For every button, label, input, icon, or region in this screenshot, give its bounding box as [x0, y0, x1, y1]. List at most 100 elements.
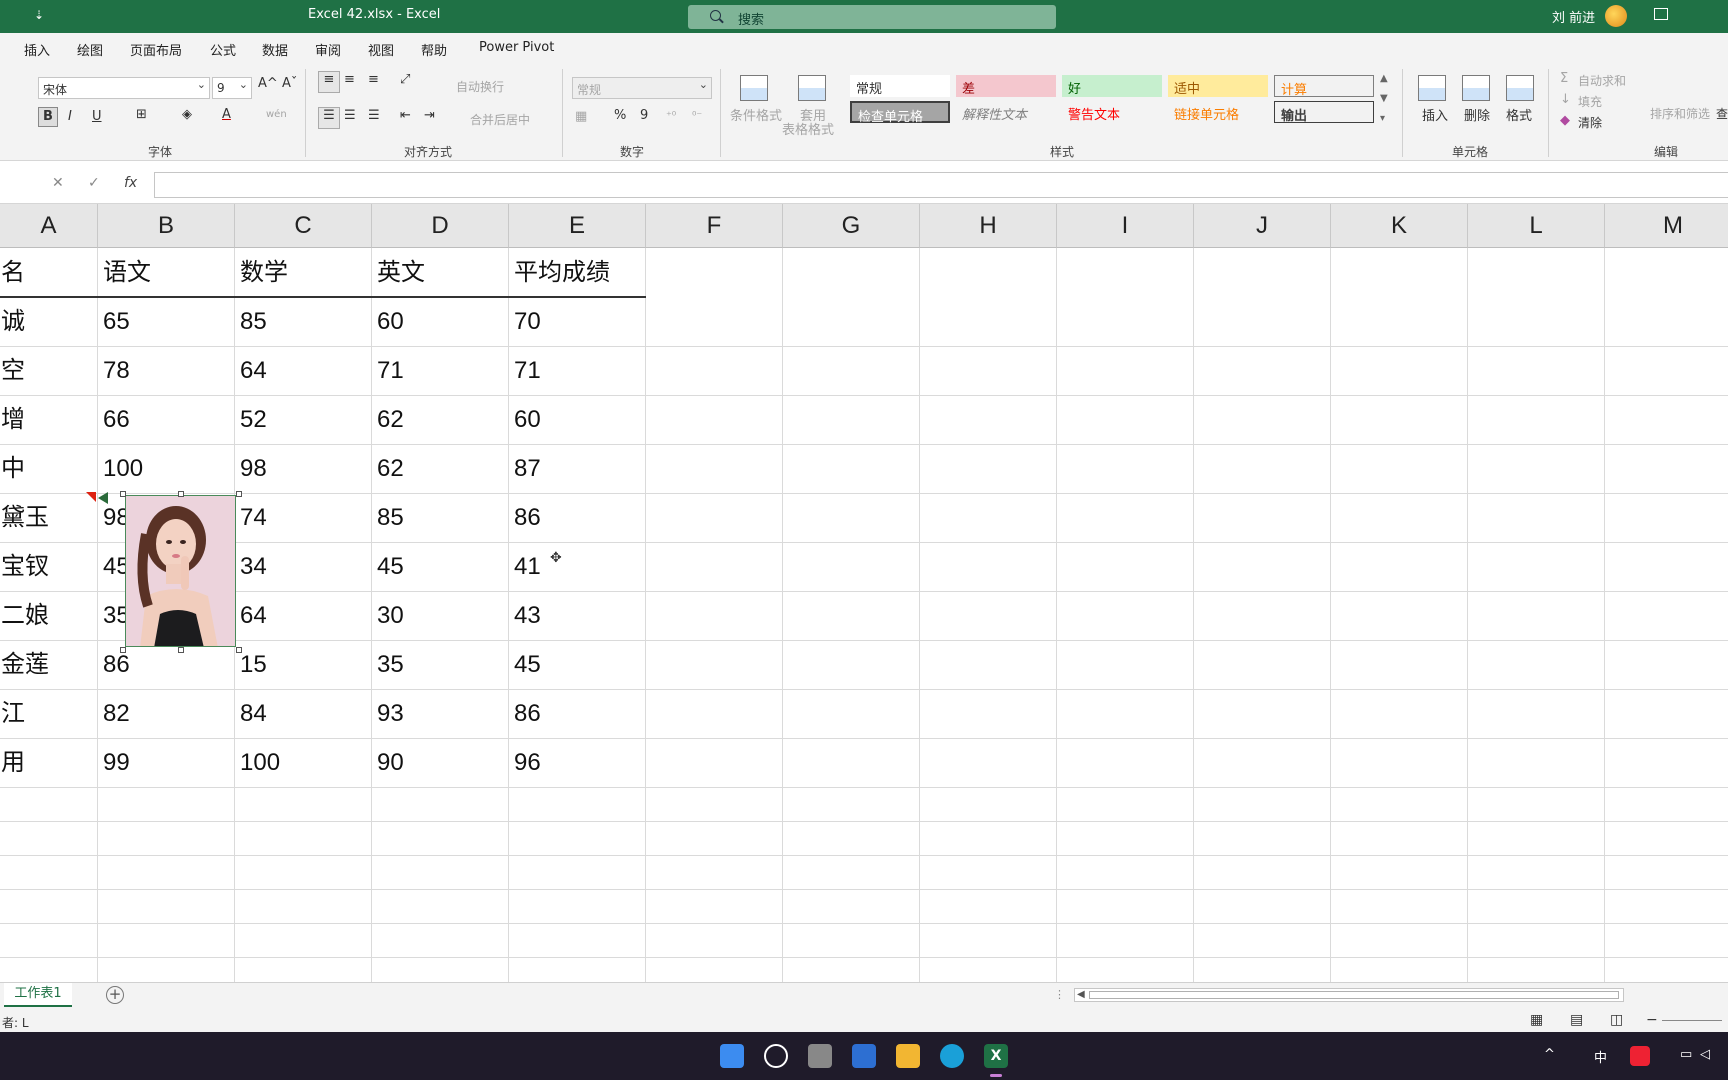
find-select-button[interactable]: 查	[1716, 105, 1728, 122]
cell[interactable]: 诚	[0, 297, 25, 346]
cell[interactable]: 60	[372, 297, 404, 346]
formula-input[interactable]	[154, 172, 1728, 198]
cell[interactable]: 85	[235, 297, 267, 346]
fill-color-icon[interactable]: ◈	[182, 107, 192, 122]
decrease-indent-icon[interactable]: ⇤	[400, 108, 411, 123]
zoom-out-icon[interactable]: −	[1646, 1012, 1658, 1028]
cell[interactable]: 74	[235, 493, 267, 542]
tab-page-layout[interactable]: 页面布局	[130, 40, 182, 59]
avatar[interactable]	[1605, 5, 1627, 27]
resize-handle[interactable]	[120, 491, 126, 497]
column-header-e[interactable]: E	[509, 204, 646, 248]
increase-indent-icon[interactable]: ⇥	[424, 108, 435, 123]
cell[interactable]: 90	[372, 738, 404, 787]
cell[interactable]: 用	[0, 738, 25, 787]
increase-decimal-icon[interactable]: ⁺⁰	[666, 109, 676, 122]
phonetic-button[interactable]: wén	[266, 109, 287, 120]
style-output[interactable]: 输出	[1274, 101, 1374, 124]
cell[interactable]: 78	[98, 346, 130, 395]
normal-view-icon[interactable]: ▦	[1530, 1012, 1543, 1028]
search-taskbar-icon[interactable]	[764, 1044, 788, 1068]
tab-insert[interactable]: 插入	[24, 40, 50, 59]
confirm-edit-icon[interactable]: ✓	[88, 175, 100, 191]
column-header-h[interactable]: H	[920, 204, 1057, 248]
grow-font-button[interactable]: A^	[258, 76, 278, 91]
tray-expand-icon[interactable]: ^	[1544, 1047, 1555, 1062]
clear-button[interactable]: 清除	[1578, 114, 1602, 131]
tab-data[interactable]: 数据	[262, 40, 288, 59]
number-format-dropdown[interactable]: 常规	[572, 77, 712, 99]
bold-button[interactable]: B	[38, 107, 58, 127]
align-left-icon[interactable]: ☰	[318, 107, 340, 129]
column-header-d[interactable]: D	[372, 204, 509, 248]
cell[interactable]: 86	[509, 689, 541, 738]
autosum-button[interactable]: 自动求和	[1578, 72, 1626, 89]
font-color-icon[interactable]: A	[222, 107, 231, 122]
style-calculation[interactable]: 计算	[1274, 75, 1374, 98]
conditional-format-icon[interactable]	[740, 75, 768, 101]
align-top-icon[interactable]: ≡	[318, 71, 340, 93]
cell[interactable]: 52	[235, 395, 267, 444]
style-explanatory[interactable]: 解释性文本	[956, 101, 1056, 123]
style-neutral[interactable]: 适中	[1168, 75, 1268, 97]
sort-filter-button[interactable]: 排序和筛选	[1650, 105, 1710, 122]
file-explorer-icon[interactable]	[896, 1044, 920, 1068]
cell[interactable]: 71	[509, 346, 541, 395]
tab-power-pivot[interactable]: Power Pivot	[479, 40, 554, 55]
eraser-icon[interactable]: ◆	[1560, 113, 1570, 128]
cell[interactable]: 62	[372, 395, 404, 444]
worksheet-grid[interactable]: 名 语文 数学 英文 平均成绩 诚 65 85 60 70 空 78 64 71…	[0, 248, 1728, 982]
cell[interactable]: 增	[0, 395, 25, 444]
style-linked-cell[interactable]: 链接单元格	[1168, 101, 1268, 123]
decrease-decimal-icon[interactable]: ⁰⁻	[692, 109, 702, 122]
resize-handle[interactable]	[236, 647, 242, 653]
cell[interactable]: 60	[509, 395, 541, 444]
tab-help[interactable]: 帮助	[421, 40, 447, 59]
cell[interactable]: 空	[0, 346, 25, 395]
edge-icon[interactable]	[940, 1044, 964, 1068]
column-header-m[interactable]: M	[1605, 204, 1728, 248]
cancel-edit-icon[interactable]: ✕	[52, 175, 64, 191]
cell[interactable]: 96	[509, 738, 541, 787]
fill-button[interactable]: 填充	[1578, 93, 1602, 110]
cell[interactable]: 64	[235, 591, 267, 640]
column-header-g[interactable]: G	[783, 204, 920, 248]
cell[interactable]: 65	[98, 297, 130, 346]
underline-button[interactable]: U	[92, 109, 102, 124]
wrap-text-button[interactable]: 自动换行	[456, 78, 504, 95]
cell[interactable]: 30	[372, 591, 404, 640]
cell[interactable]: 中	[0, 444, 25, 493]
borders-icon[interactable]: ⊞	[136, 107, 147, 122]
column-header-a[interactable]: A	[0, 204, 98, 248]
cell[interactable]: 黛玉	[0, 493, 49, 542]
column-header-j[interactable]: J	[1194, 204, 1331, 248]
page-break-view-icon[interactable]: ◫	[1610, 1012, 1623, 1028]
scroll-thumb[interactable]	[1089, 991, 1619, 999]
cell[interactable]: 100	[235, 738, 280, 787]
network-icon[interactable]: ▭	[1680, 1047, 1692, 1062]
align-middle-icon[interactable]: ≡	[344, 72, 355, 87]
quick-access-customize-icon[interactable]: ⇣	[34, 8, 44, 22]
zoom-slider[interactable]	[1662, 1020, 1722, 1021]
widgets-icon[interactable]	[852, 1044, 876, 1068]
column-header-i[interactable]: I	[1057, 204, 1194, 248]
column-header-c[interactable]: C	[235, 204, 372, 248]
sheet-tab-1[interactable]: 工作表1	[4, 983, 72, 1007]
cell[interactable]: 70	[509, 297, 541, 346]
cell[interactable]: 34	[235, 542, 267, 591]
styles-scroll-down-icon[interactable]: ▼	[1380, 93, 1388, 104]
column-header-f[interactable]: F	[646, 204, 783, 248]
format-cells-icon[interactable]	[1506, 75, 1534, 101]
format-cells-button[interactable]: 格式	[1506, 105, 1532, 124]
style-normal[interactable]: 常规	[850, 75, 950, 97]
percent-style-button[interactable]: %	[614, 108, 626, 123]
cell-header-chinese[interactable]: 语文	[98, 248, 151, 297]
merge-center-button[interactable]: 合并后居中	[470, 111, 530, 128]
format-as-table-label-2[interactable]: 表格格式	[782, 119, 834, 138]
excel-icon[interactable]: X	[984, 1044, 1008, 1068]
styles-more-icon[interactable]: ▾	[1380, 113, 1385, 124]
cell[interactable]: 98	[235, 444, 267, 493]
comma-style-button[interactable]: 9	[640, 108, 648, 123]
cell[interactable]: 45	[372, 542, 404, 591]
style-warning[interactable]: 警告文本	[1062, 101, 1162, 123]
